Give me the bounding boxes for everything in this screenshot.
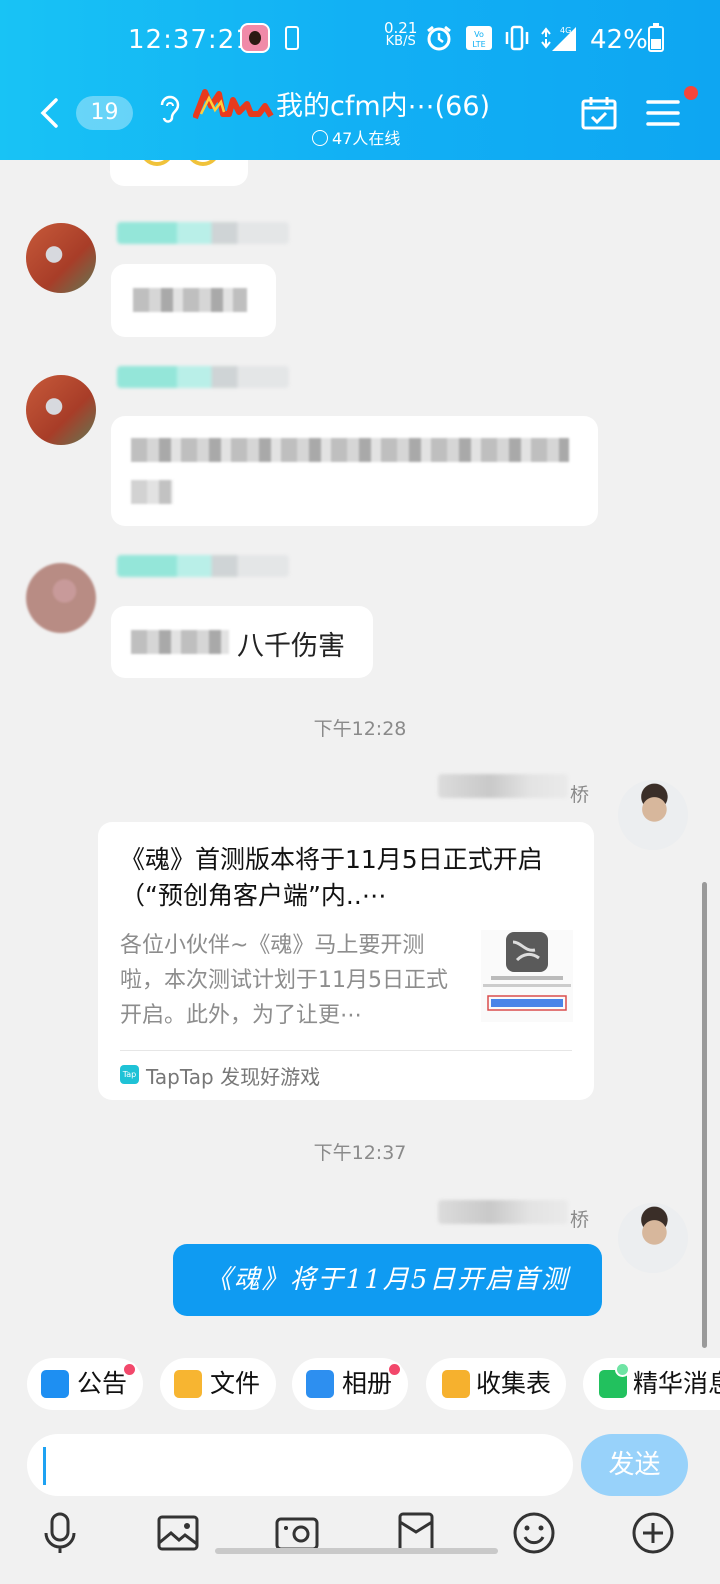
sender-nickname-redacted (117, 222, 289, 244)
group-tools-bar: 公告 文件 相册 收集表 精华消息 (0, 1350, 720, 1420)
link-card-title: 《魂》首测版本将于11月5日正式开启（“预创角客户端”内..⋯ (120, 845, 543, 910)
text-caret (43, 1447, 46, 1485)
message-bubble[interactable]: 八千伤害 (111, 606, 373, 678)
message-bubble-partial[interactable] (110, 160, 248, 186)
message-bubble[interactable] (111, 416, 598, 526)
redacted-text (131, 438, 569, 462)
online-count-text: 47人在线 (332, 129, 401, 148)
announcement-icon (41, 1370, 69, 1398)
vibrate-icon (505, 25, 529, 51)
chip-collection-form[interactable]: 收集表 (426, 1358, 566, 1410)
message-timestamp: 下午12:28 (313, 718, 407, 740)
chip-announcement[interactable]: 公告 (27, 1358, 143, 1410)
redacted-text (131, 480, 173, 504)
message-timestamp: 下午12:37 (313, 1142, 407, 1164)
battery-icon (648, 23, 664, 52)
phone-notification-icon (285, 26, 299, 50)
my-nickname-redacted (438, 1200, 568, 1224)
svg-text:LTE: LTE (472, 40, 485, 49)
link-card[interactable]: 《魂》首测版本将于11月5日正式开启（“预创角客户端”内..⋯ 各位小伙伴~《魂… (98, 822, 594, 1100)
status-time: 12:37:21 (128, 25, 253, 55)
home-indicator[interactable] (215, 1548, 498, 1554)
notification-app-icon (240, 23, 270, 53)
album-icon (306, 1370, 334, 1398)
group-title[interactable]: 我的cfm内⋯(66) (276, 84, 490, 123)
emoji-sticker-icon (140, 160, 174, 166)
chip-label: 精华消息 (633, 1369, 720, 1398)
chip-files[interactable]: 文件 (160, 1358, 276, 1410)
back-arrow-icon[interactable] (38, 98, 60, 128)
emoji-sticker-icon (186, 160, 220, 166)
link-card-source: TapTap 发现好游戏 (146, 1065, 321, 1089)
group-logo-image (193, 89, 274, 120)
emoji-icon[interactable] (511, 1510, 557, 1556)
online-count[interactable]: 47人在线 (312, 125, 400, 149)
chat-header: 12:37:21 0.21 KB/S Vo LTE 4G 42% 19 我的cf… (0, 0, 720, 160)
online-status-icon (312, 130, 328, 146)
message-input[interactable] (27, 1434, 573, 1496)
redacted-text (131, 630, 229, 654)
my-nickname-suffix: 桥 (570, 1209, 590, 1231)
chip-label: 相册 (342, 1369, 393, 1398)
my-nickname-redacted (438, 774, 568, 798)
image-icon[interactable] (155, 1510, 201, 1556)
chip-badge-dot (615, 1362, 630, 1377)
form-icon (442, 1370, 470, 1398)
earpiece-mode-icon[interactable] (157, 92, 181, 124)
input-function-bar (0, 1500, 720, 1584)
my-nickname-suffix: 桥 (570, 784, 590, 806)
sender-avatar-redacted[interactable] (26, 563, 96, 633)
chip-label: 文件 (210, 1369, 261, 1398)
message-bubble[interactable] (111, 264, 276, 337)
nav-bar: 19 我的cfm内⋯(66) 47人在线 (0, 80, 720, 150)
chip-badge-dot (387, 1362, 402, 1377)
link-card-thumbnail (481, 930, 573, 1022)
menu-notification-dot (684, 86, 698, 100)
battery-level: 42% (590, 25, 648, 55)
link-card-divider (120, 1050, 572, 1051)
sender-avatar[interactable] (26, 375, 96, 445)
chat-messages[interactable]: 八千伤害 下午12:28 桥 《魂》首测版本将于11月5日正式开启（“预创角客户… (0, 160, 720, 1350)
chip-album[interactable]: 相册 (292, 1358, 408, 1410)
network-speed-unit: KB/S (385, 34, 416, 49)
message-text: 八千伤害 (237, 631, 345, 662)
chip-label: 收集表 (476, 1369, 552, 1398)
chip-label: 公告 (77, 1369, 128, 1398)
svg-text:Vo: Vo (474, 30, 484, 39)
taptap-logo-icon: Tap (120, 1065, 139, 1084)
calendar-check-icon[interactable] (581, 96, 617, 130)
plus-icon[interactable] (630, 1510, 676, 1556)
chat-scrollbar[interactable] (702, 882, 707, 1348)
send-button[interactable]: 发送 (581, 1434, 688, 1496)
chip-badge-dot (122, 1362, 137, 1377)
folder-icon (174, 1370, 202, 1398)
network-speed: 0.21 KB/S (384, 21, 417, 49)
alarm-icon (427, 25, 451, 51)
redacted-text (133, 288, 247, 312)
my-avatar[interactable] (618, 1203, 688, 1273)
network-type: 4G (560, 26, 571, 35)
status-bar: 12:37:21 0.21 KB/S Vo LTE 4G 42% (0, 21, 720, 62)
sender-nickname-redacted (117, 366, 289, 388)
chip-essence-messages[interactable]: 精华消息 (583, 1358, 720, 1410)
sender-nickname-redacted (117, 555, 289, 577)
unread-count-badge[interactable]: 19 (76, 96, 133, 130)
link-card-description: 各位小伙伴~《魂》马上要开测啦，本次测试计划于11月5日正式开启。此外，为了让更… (120, 933, 448, 1028)
signal-4g-icon: 4G (541, 26, 576, 51)
sender-avatar[interactable] (26, 223, 96, 293)
microphone-icon[interactable] (37, 1510, 83, 1556)
my-avatar[interactable] (618, 780, 688, 850)
volte-icon: Vo LTE (466, 26, 492, 50)
my-message-bubble[interactable]: 《魂》将于11月5日开启首测 (173, 1244, 602, 1316)
menu-icon[interactable] (646, 98, 680, 128)
